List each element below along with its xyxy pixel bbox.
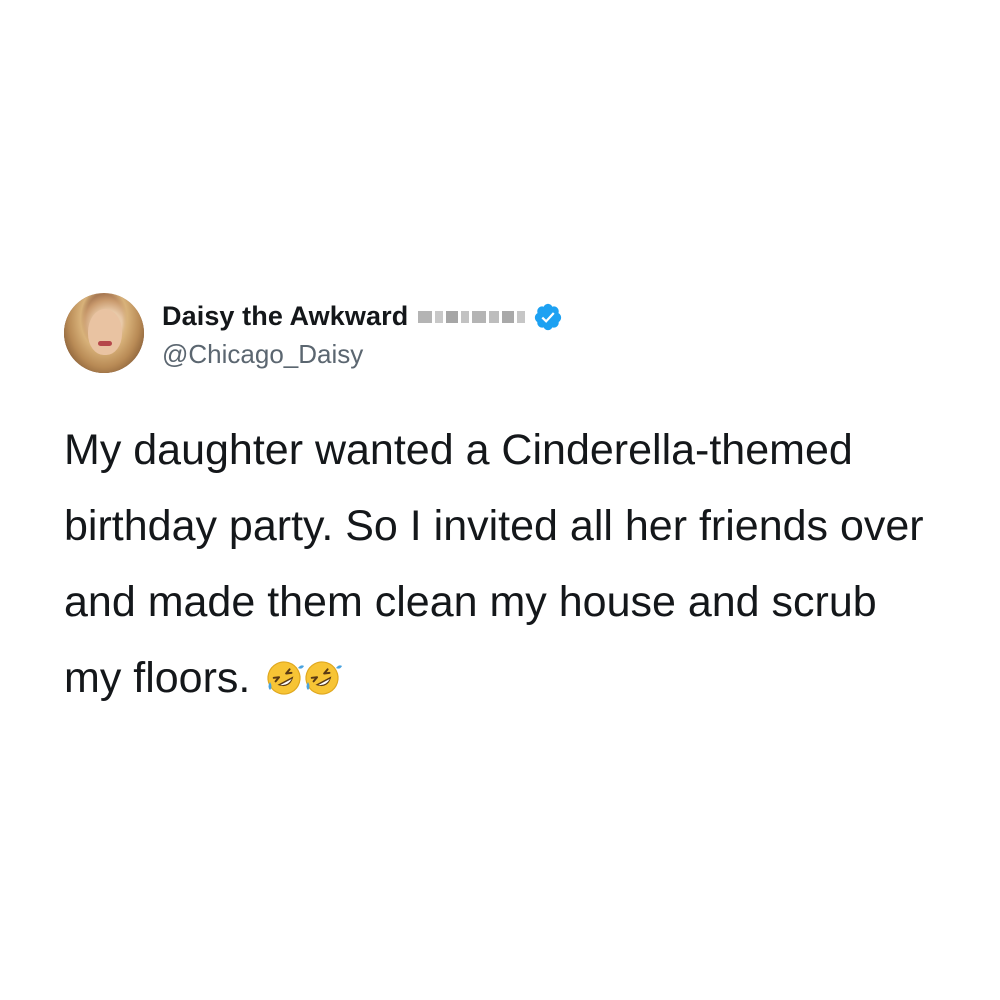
avatar-face xyxy=(88,309,122,355)
tweet-body: My daughter wanted a Cinderella-themed b… xyxy=(64,412,944,716)
avatar-lips xyxy=(98,341,112,346)
blurred-name-suffix xyxy=(418,309,526,325)
rolling-on-floor-laughing-icon xyxy=(267,661,305,695)
tweet-text: My daughter wanted a Cinderella-themed b… xyxy=(64,426,924,702)
handle[interactable]: @Chicago_Daisy xyxy=(162,339,563,370)
tweet-card: Daisy the Awkward @Chicago_Daisy My daug… xyxy=(64,292,944,716)
verified-badge-icon xyxy=(535,303,562,330)
tweet-header: Daisy the Awkward @Chicago_Daisy xyxy=(64,292,944,374)
author-block: Daisy the Awkward @Chicago_Daisy xyxy=(162,297,563,370)
avatar[interactable] xyxy=(64,293,144,373)
display-name[interactable]: Daisy the Awkward xyxy=(162,301,408,332)
name-row: Daisy the Awkward xyxy=(162,297,563,337)
rolling-on-floor-laughing-icon xyxy=(305,661,343,695)
